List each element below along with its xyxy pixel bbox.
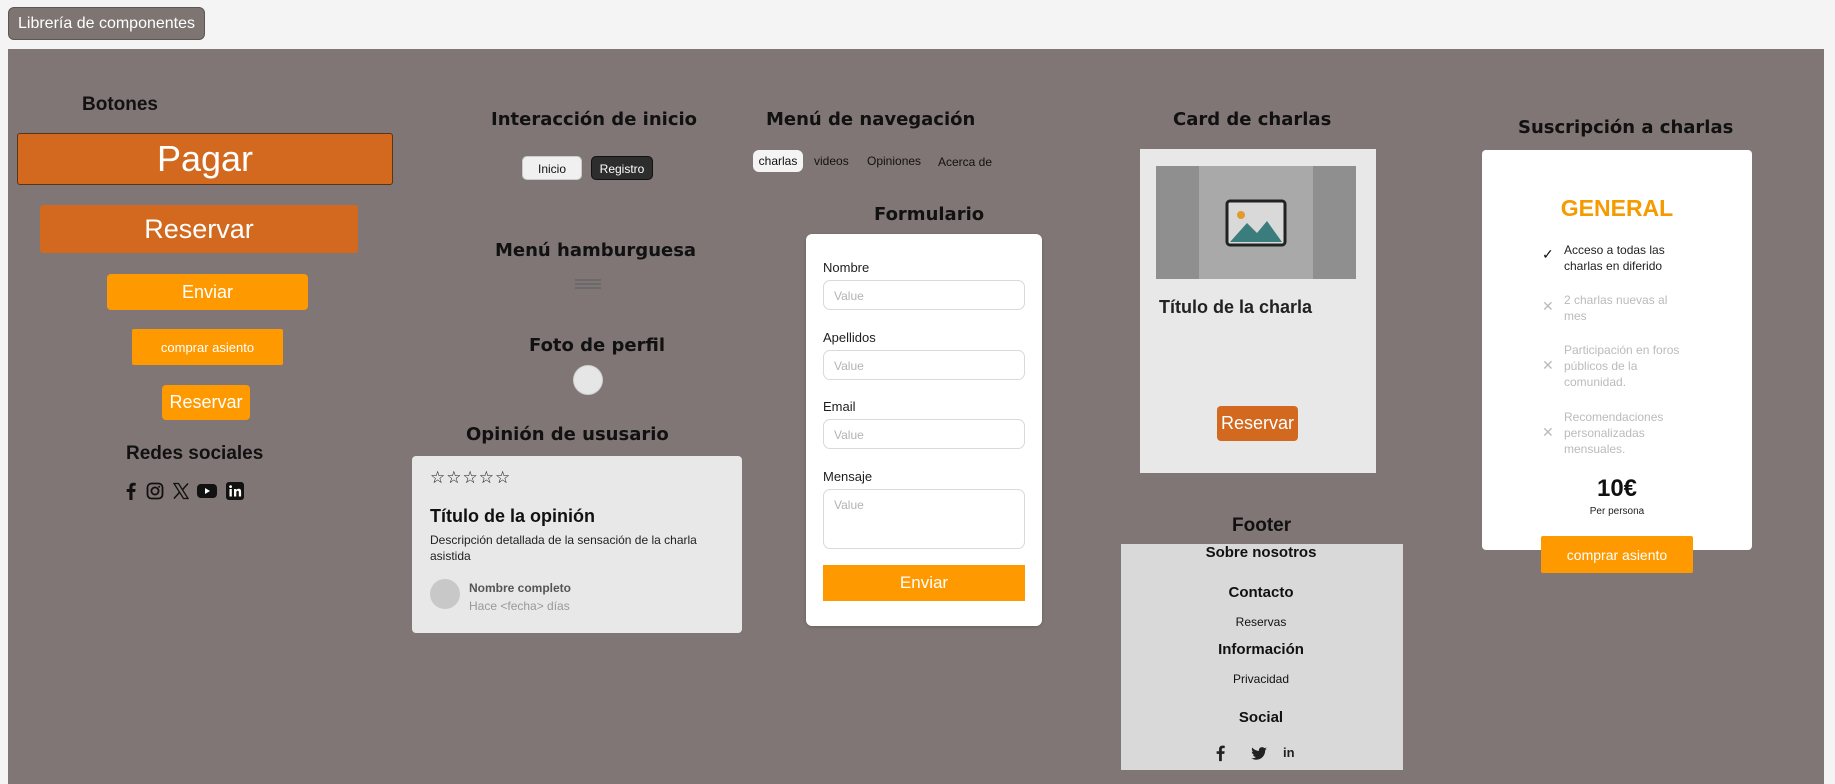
feature-item: Recomendaciones personalizadas mensuales… [1564,410,1664,456]
pay-button[interactable]: Pagar [17,133,393,185]
review-title: Opinión de ususario [466,424,669,445]
top-bar: Librería de componentes [0,0,1835,48]
check-icon: ✓ [1542,246,1554,262]
review-date: Hace <fecha> días [469,599,570,613]
footer-about[interactable]: Sobre nosotros [1121,544,1401,561]
subscribe-buy-button[interactable]: comprar asiento [1541,536,1693,573]
send-button[interactable]: Enviar [107,274,308,310]
nav-item-opiniones[interactable]: Opiniones [867,150,921,172]
nombre-input[interactable]: Value [823,280,1025,310]
review-card-title: Título de la opinión [430,506,595,526]
feature-item: 2 charlas nuevas al mes [1564,293,1668,323]
buy-seat-button[interactable]: comprar asiento [132,329,283,365]
form-title: Formulario [874,204,985,225]
reviewer-name: Nombre completo [469,581,572,595]
reviewer-avatar [430,579,460,609]
footer-contact[interactable]: Contacto [1121,584,1401,601]
nav-menu-title: Menú de navegación [766,109,976,130]
footer-social: Social [1238,709,1284,726]
start-button[interactable]: Inicio [522,156,582,180]
hamburger-icon[interactable] [575,279,601,289]
talk-reserve-button[interactable]: Reservar [1217,406,1298,441]
talk-card: Título de la charla Reservar [1140,149,1376,473]
star-rating[interactable]: ☆☆☆☆☆ [430,468,511,488]
field-label-nombre: Nombre [823,260,870,275]
close-icon: ✕ [1542,424,1554,440]
profile-photo-title: Foto de perfil [529,335,666,356]
talk-card-title: Card de charlas [1173,109,1332,130]
hamburger-title: Menú hamburguesa [495,240,697,261]
form-submit-button[interactable]: Enviar [823,565,1025,601]
footer-social-icons: in [1211,744,1311,764]
review-card: ☆☆☆☆☆ Título de la opinión Descripción d… [412,456,742,633]
footer-section-title: Footer [1232,515,1292,536]
footer-info[interactable]: Información [1121,641,1401,658]
twitter-icon[interactable] [1251,747,1267,760]
footer-privacy[interactable]: Privacidad [1121,672,1401,686]
facebook-icon[interactable] [1216,744,1225,762]
close-icon: ✕ [1542,357,1554,373]
component-canvas: Botones Pagar Reservar Enviar comprar as… [8,49,1824,784]
field-label-apellidos: Apellidos [823,330,876,345]
email-input[interactable]: Value [823,419,1025,449]
footer-preview: Sobre nosotros Contacto Reservas Informa… [1121,544,1403,770]
reserve-large-button[interactable]: Reservar [40,205,358,253]
talk-card-heading: Título de la charla [1159,297,1313,317]
register-button[interactable]: Registro [591,156,653,180]
apellidos-input[interactable]: Value [823,350,1025,380]
subscription-card: GENERAL ✓ Acceso a todas las charlas en … [1482,150,1752,573]
social-title: Redes sociales [126,443,264,464]
subscription-title: Suscripción a charlas [1518,117,1734,138]
start-interaction-title: Interacción de inicio [491,109,698,130]
social-icons [121,481,251,503]
avatar[interactable] [573,365,603,395]
x-icon[interactable] [171,481,191,501]
review-description: Descripción detallada de la sensación de… [430,533,697,563]
reserve-small-button[interactable]: Reservar [162,385,250,420]
field-label-mensaje: Mensaje [823,469,873,484]
contact-form: Nombre Value Apellidos Value Email Value… [806,234,1042,626]
linkedin-icon[interactable] [225,481,245,501]
feature-item: Acceso a todas las charlas en diferido [1564,243,1665,273]
price-unit: Per persona [1589,506,1645,517]
facebook-icon[interactable] [121,481,141,501]
feature-item: Participación en foros públicos de la co… [1564,343,1680,389]
buttons-title: Botones [82,94,158,115]
footer-reservas[interactable]: Reservas [1121,615,1401,629]
plan-name: GENERAL [1560,195,1674,221]
price: 10€ [1596,475,1638,502]
nav-item-charlas[interactable]: charlas [753,150,803,172]
close-icon: ✕ [1542,298,1554,314]
field-label-email: Email [823,399,856,414]
image-icon [1225,199,1287,247]
youtube-icon[interactable] [197,481,217,501]
talk-image [1156,166,1356,279]
instagram-icon[interactable] [145,481,165,501]
nav-item-videos[interactable]: videos [814,150,849,172]
mensaje-textarea[interactable]: Value [823,489,1025,549]
library-tag[interactable]: Librería de componentes [8,7,205,40]
nav-item-acerca[interactable]: Acerca de [938,151,992,173]
linkedin-icon[interactable]: in [1283,745,1295,760]
